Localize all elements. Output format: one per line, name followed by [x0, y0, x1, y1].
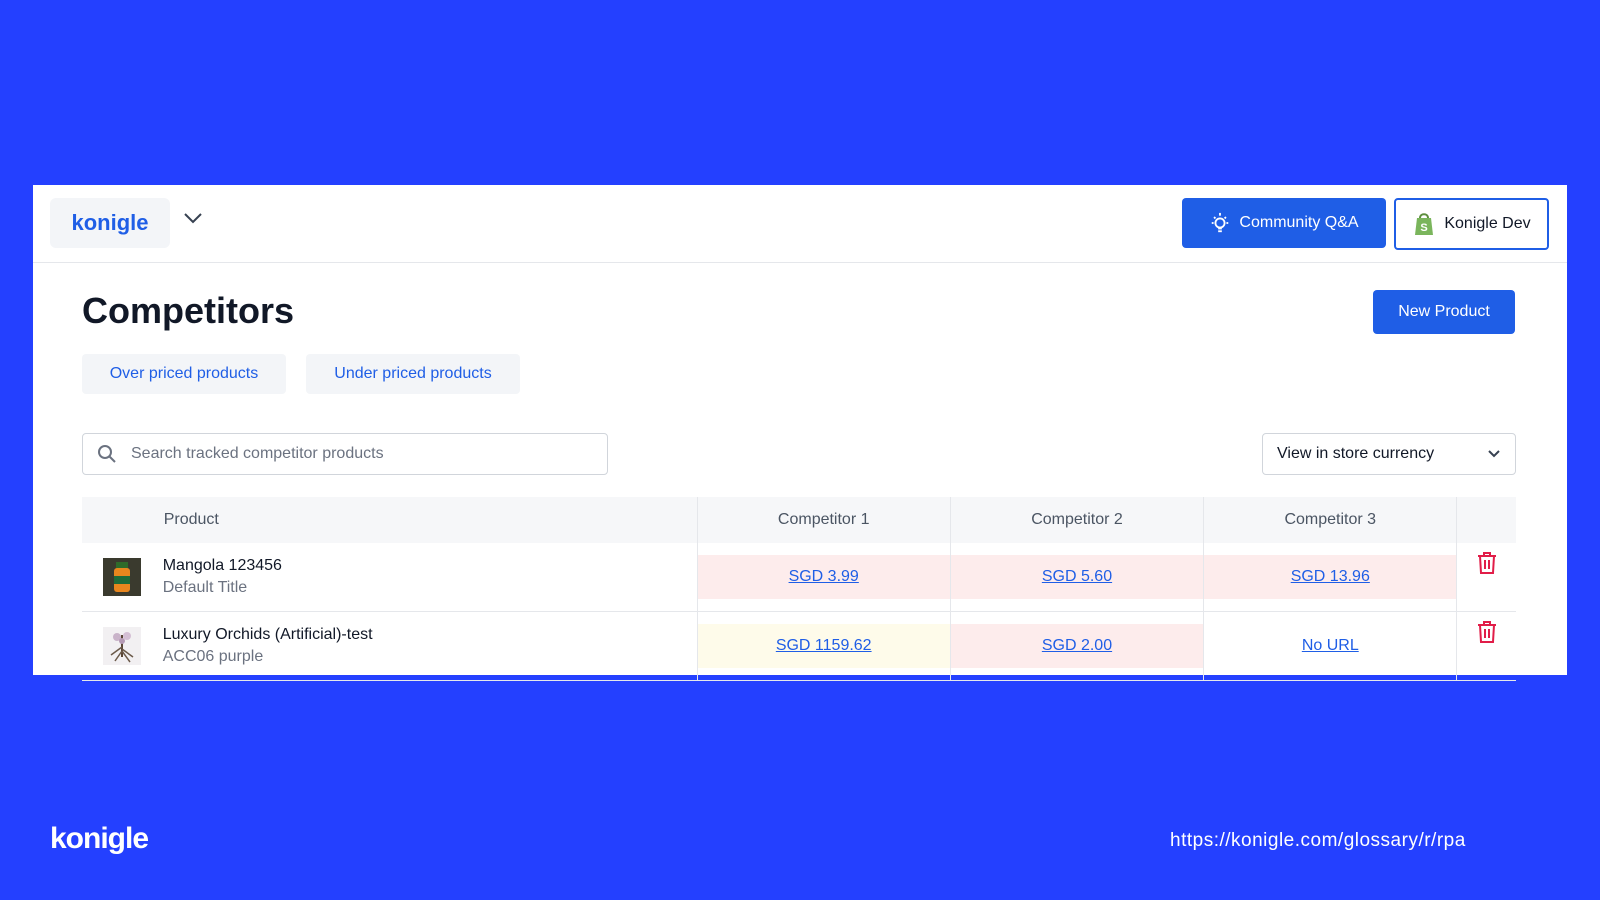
competitor-1-cell: SGD 3.99	[696, 543, 951, 612]
header-competitor-1: Competitor 1	[696, 497, 951, 543]
brand-logo[interactable]: konigle	[50, 198, 170, 248]
table-row: Luxury Orchids (Artificial)-test ACC06 p…	[82, 611, 1516, 681]
search-box[interactable]	[82, 433, 608, 475]
app-window: konigle Community Q&A S Konigle Dev Comp…	[33, 185, 1567, 681]
actions-cell	[1456, 611, 1516, 681]
currency-selected-value: View in store currency	[1277, 445, 1435, 462]
store-switcher-button[interactable]: S Konigle Dev	[1394, 198, 1549, 250]
top-bar: konigle Community Q&A S Konigle Dev	[33, 185, 1567, 263]
page-title: Competitors	[82, 290, 295, 331]
product-cell: Luxury Orchids (Artificial)-test ACC06 p…	[162, 611, 698, 681]
store-name-label: Konigle Dev	[1444, 215, 1531, 232]
product-variant: ACC06 purple	[162, 648, 264, 665]
brand-name: konigle	[71, 210, 149, 235]
trash-icon[interactable]	[1476, 620, 1498, 644]
table-row: Mangola 123456 Default Title SGD 3.99 SG…	[82, 543, 1516, 612]
thumbnail-cell	[82, 611, 163, 681]
competitor-price-link[interactable]: SGD 2.00	[1042, 637, 1112, 655]
product-variant: Default Title	[162, 579, 248, 596]
header-product: Product	[162, 497, 698, 543]
competitor-1-cell: SGD 1159.62	[696, 611, 951, 681]
lightbulb-icon	[1212, 212, 1229, 233]
footer-url: https://konigle.com/glossary/r/rpa	[1170, 830, 1466, 851]
competitor-price-link[interactable]: SGD 5.60	[1042, 568, 1112, 586]
filter-under-priced[interactable]: Under priced products	[306, 354, 520, 394]
community-qa-label: Community Q&A	[1239, 214, 1359, 231]
header-competitor-3: Competitor 3	[1203, 497, 1457, 543]
actions-cell	[1456, 543, 1516, 612]
product-name[interactable]: Mangola 123456	[163, 555, 697, 577]
competitor-price-link[interactable]: SGD 13.96	[1291, 568, 1370, 586]
product-thumbnail[interactable]	[103, 558, 142, 596]
shopify-bag-icon: S	[1415, 213, 1434, 235]
competitor-price-link[interactable]: SGD 3.99	[789, 568, 859, 586]
competitor-2-cell: SGD 2.00	[949, 611, 1204, 681]
thumbnail-cell	[82, 543, 163, 612]
currency-select[interactable]: View in store currency	[1262, 433, 1516, 475]
search-icon	[98, 445, 116, 463]
header-actions	[1456, 497, 1516, 543]
competitor-2-cell: SGD 5.60	[949, 543, 1204, 612]
header-competitor-2: Competitor 2	[949, 497, 1204, 543]
new-product-button[interactable]: New Product	[1373, 290, 1515, 334]
chevron-down-icon	[1488, 450, 1500, 458]
trash-icon[interactable]	[1476, 551, 1498, 575]
product-name[interactable]: Luxury Orchids (Artificial)-test	[163, 624, 697, 646]
competitor-price-link[interactable]: SGD 1159.62	[776, 637, 872, 655]
product-cell: Mangola 123456 Default Title	[162, 543, 698, 612]
chevron-down-icon[interactable]	[183, 211, 203, 225]
table-header-row: Product Competitor 1 Competitor 2 Compet…	[82, 497, 1516, 543]
search-input[interactable]	[129, 444, 573, 464]
footer-logo: konigle	[50, 822, 149, 855]
competitor-url-link[interactable]: No URL	[1302, 637, 1359, 655]
competitor-3-cell: No URL	[1203, 611, 1457, 681]
product-thumbnail[interactable]	[103, 627, 142, 665]
header-thumbnail	[82, 497, 163, 543]
svg-text:S: S	[1421, 222, 1428, 234]
community-qa-button[interactable]: Community Q&A	[1182, 198, 1386, 248]
competitor-3-cell: SGD 13.96	[1203, 543, 1457, 612]
competitor-table: Product Competitor 1 Competitor 2 Compet…	[82, 497, 1516, 681]
filter-over-priced[interactable]: Over priced products	[82, 354, 286, 394]
